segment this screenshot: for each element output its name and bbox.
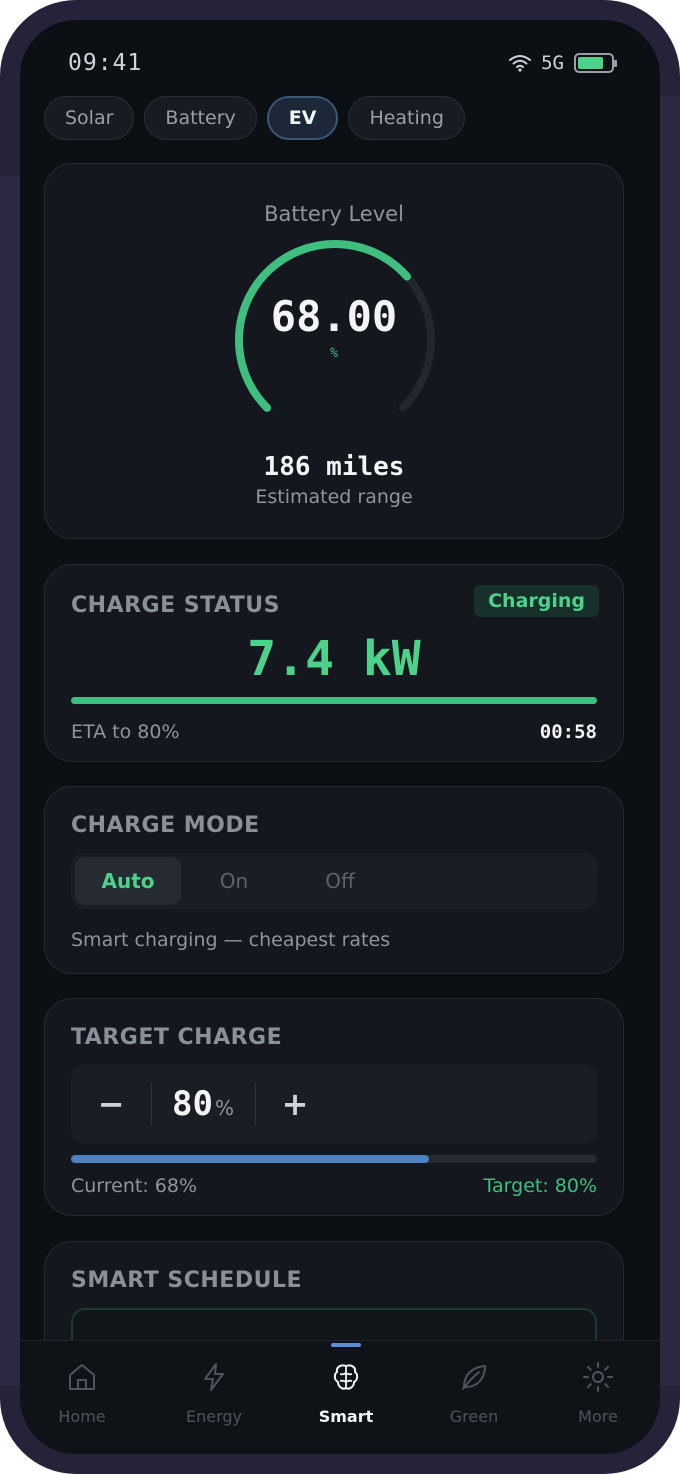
app-screen: 09:41 5G Solar Battery EV Heating Batter… bbox=[20, 20, 660, 1454]
charge-progress-track bbox=[71, 697, 597, 704]
mode-on-button[interactable]: On bbox=[181, 857, 287, 905]
charge-mode-selector: Auto On Off bbox=[71, 853, 597, 909]
tab-ev[interactable]: EV bbox=[266, 96, 339, 140]
eta-label: ETA to 80% bbox=[71, 721, 180, 743]
charge-status-card: CHARGE STATUS Charging 7.4 kW ETA to 80%… bbox=[44, 564, 624, 762]
range-label: Estimated range bbox=[255, 486, 413, 508]
current-charge-label: Current: 68% bbox=[71, 1175, 198, 1197]
nav-smart-label: Smart bbox=[318, 1407, 374, 1426]
phone-frame: 09:41 5G Solar Battery EV Heating Batter… bbox=[0, 0, 680, 1474]
nav-more-label: More bbox=[578, 1407, 618, 1426]
status-time: 09:41 bbox=[68, 50, 143, 76]
network-type: 5G bbox=[541, 52, 564, 74]
decrease-button[interactable]: − bbox=[71, 1065, 151, 1143]
wifi-icon bbox=[509, 55, 532, 72]
target-charge-stepper: − 80 % + bbox=[71, 1065, 597, 1143]
target-charge-label: Target: 80% bbox=[483, 1175, 597, 1197]
charge-mode-description: Smart charging — cheapest rates bbox=[71, 929, 391, 951]
nav-energy-label: Energy bbox=[185, 1407, 242, 1426]
battery-icon bbox=[574, 53, 617, 73]
target-number: 80 bbox=[172, 1084, 213, 1124]
mode-auto-button[interactable]: Auto bbox=[75, 857, 181, 905]
eta-value: 00:58 bbox=[539, 721, 597, 743]
bottom-navigation: Home Energy Smart Green More bbox=[20, 1340, 660, 1454]
charge-power: 7.4 kW bbox=[247, 631, 421, 687]
target-value: 80 % bbox=[151, 1065, 255, 1143]
battery-level-unit: % bbox=[330, 346, 338, 361]
nav-more[interactable]: More bbox=[548, 1341, 648, 1441]
target-charge-title: TARGET CHARGE bbox=[71, 1025, 283, 1050]
charge-mode-card: CHARGE MODE Auto On Off Smart charging —… bbox=[44, 786, 624, 974]
tab-heating[interactable]: Heating bbox=[348, 96, 465, 140]
range-value: 186 miles bbox=[263, 452, 405, 482]
tab-battery[interactable]: Battery bbox=[144, 96, 257, 140]
target-progress-track bbox=[71, 1155, 597, 1163]
status-badge: Charging bbox=[474, 585, 599, 617]
sun-icon bbox=[583, 1362, 613, 1392]
brain-icon bbox=[333, 1364, 359, 1390]
charge-progress-fill bbox=[71, 697, 597, 704]
charge-mode-title: CHARGE MODE bbox=[71, 813, 260, 838]
tab-solar[interactable]: Solar bbox=[44, 96, 135, 140]
charge-status-title: CHARGE STATUS bbox=[71, 593, 280, 618]
status-bar: 09:41 5G bbox=[20, 20, 660, 96]
battery-level-card: Battery Level 68.00 % 186 miles Estimate… bbox=[44, 163, 624, 539]
smart-schedule-title: SMART SCHEDULE bbox=[71, 1268, 302, 1293]
mode-off-button[interactable]: Off bbox=[287, 857, 393, 905]
increase-button[interactable]: + bbox=[255, 1065, 335, 1143]
phone-edge-right bbox=[660, 96, 680, 1386]
target-unit: % bbox=[214, 1096, 234, 1120]
nav-home-label: Home bbox=[58, 1407, 106, 1426]
lightning-icon bbox=[204, 1363, 224, 1391]
battery-level-title: Battery Level bbox=[264, 202, 404, 226]
home-icon bbox=[69, 1364, 95, 1390]
phone-edge-left bbox=[0, 176, 20, 1386]
status-indicators: 5G bbox=[509, 52, 617, 74]
category-tabs: Solar Battery EV Heating bbox=[44, 96, 465, 140]
nav-energy[interactable]: Energy bbox=[164, 1341, 264, 1441]
nav-green-label: Green bbox=[449, 1407, 499, 1426]
leaf-icon bbox=[462, 1365, 486, 1390]
battery-level-value: 68.00 bbox=[270, 292, 398, 341]
target-charge-card: TARGET CHARGE − 80 % + Current: 68% Targ… bbox=[44, 998, 624, 1216]
target-progress-fill bbox=[71, 1155, 429, 1163]
nav-smart[interactable]: Smart bbox=[296, 1341, 396, 1441]
nav-green[interactable]: Green bbox=[424, 1341, 524, 1441]
nav-home[interactable]: Home bbox=[32, 1341, 132, 1441]
